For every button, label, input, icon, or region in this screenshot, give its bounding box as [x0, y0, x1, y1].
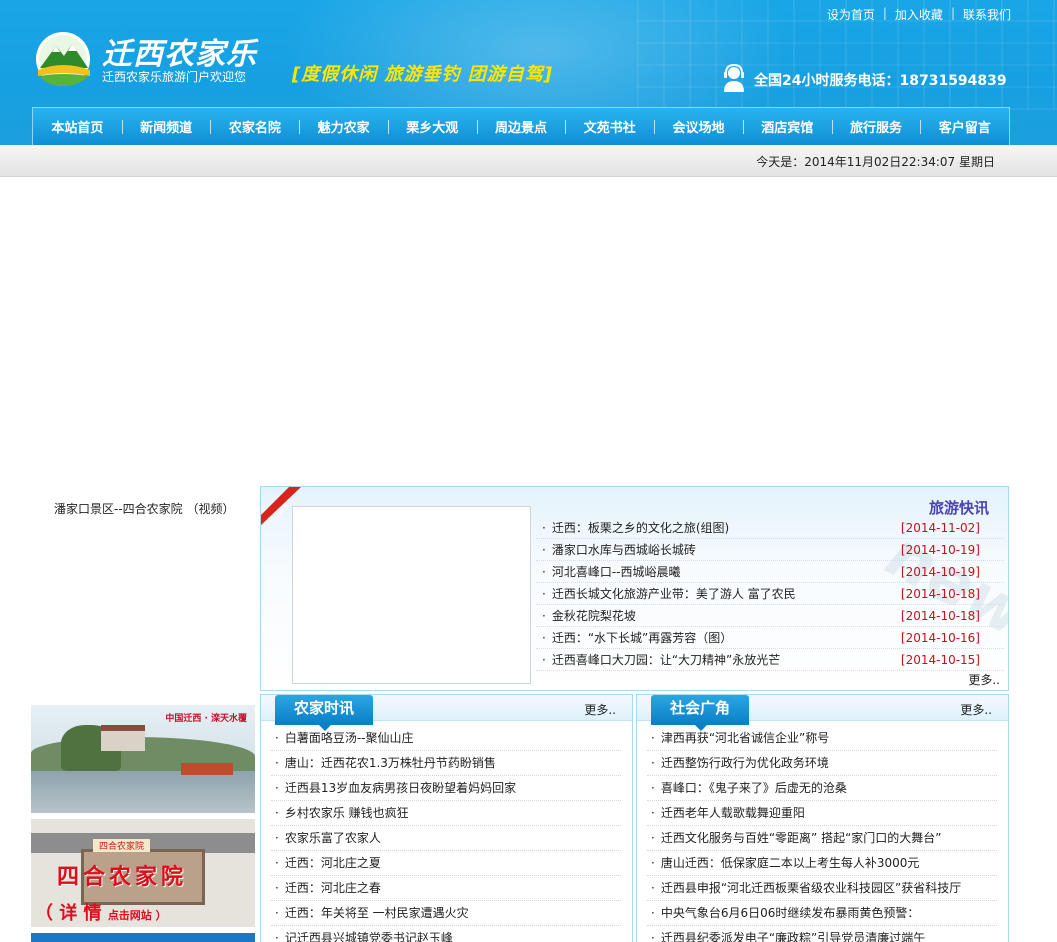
- society-panel: 社会广角 更多.. 津西再获“河北省诚信企业”称号 迁西整饬行政行为优化政务环境…: [636, 694, 1009, 942]
- list-item[interactable]: 迁西整饬行政行为优化政务环境: [647, 751, 997, 776]
- list-item[interactable]: 潘家口水库与西城峪长城砖 [2014-10-19]: [536, 539, 1004, 561]
- ad-farm-detail: （ 详 情 点击网站 ）: [35, 899, 167, 925]
- news-more-link[interactable]: 更多..: [968, 671, 1000, 688]
- nav-news-channel[interactable]: 新闻频道: [121, 108, 211, 145]
- separator: |: [950, 6, 955, 20]
- list-item[interactable]: 唐山：迁西花农1.3万株牡丹节药盼销售: [271, 751, 621, 776]
- list-item[interactable]: 迁西：“水下长城”再露芳容（图） [2014-10-16]: [536, 627, 1004, 649]
- list-item[interactable]: 迁西：板栗之乡的文化之旅(组图) [2014-11-02]: [536, 517, 1004, 539]
- list-item[interactable]: 迁西喜峰口大刀园：让“大刀精神”永放光芒 [2014-10-15]: [536, 649, 1004, 671]
- tab-society[interactable]: 社会广角: [651, 695, 749, 731]
- list-item[interactable]: 迁西：河北庄之夏: [271, 851, 621, 876]
- society-news-list: 津西再获“河北省诚信企业”称号 迁西整饬行政行为优化政务环境 喜峰口：《鬼子来了…: [647, 726, 997, 942]
- list-item[interactable]: 农家乐富了农家人: [271, 826, 621, 851]
- customer-service-icon: [724, 64, 744, 92]
- list-item[interactable]: 迁西长城文化旅游产业带：美了游人 富了农民 [2014-10-18]: [536, 583, 1004, 605]
- nav-home[interactable]: 本站首页: [33, 108, 122, 145]
- list-item[interactable]: 河北喜峰口--西城峪晨曦 [2014-10-19]: [536, 561, 1004, 583]
- news-photo[interactable]: [292, 506, 531, 684]
- travel-news-list: 迁西：板栗之乡的文化之旅(组图) [2014-11-02] 潘家口水库与西城峪长城…: [536, 517, 1004, 671]
- news-date: [2014-10-19]: [900, 543, 980, 557]
- list-item[interactable]: 迁西：河北庄之春: [271, 876, 621, 901]
- nav-meeting-venues[interactable]: 会议场地: [654, 108, 743, 145]
- news-date: [2014-10-15]: [900, 653, 980, 667]
- list-item[interactable]: 中央气象台6月6日06时继续发布暴雨黄色预警：: [647, 901, 997, 926]
- date-bar: 今天是：2014年11月02日22:34:07 星期日: [0, 145, 1057, 177]
- list-item[interactable]: 白薯面咯豆汤--聚仙山庄: [271, 726, 621, 751]
- news-title[interactable]: 迁西长城文化旅游产业带：美了游人 富了农民: [542, 583, 796, 604]
- nav-travel-services[interactable]: 旅行服务: [831, 108, 921, 145]
- contact-us-link[interactable]: 联系我们: [963, 6, 1011, 23]
- set-homepage-link[interactable]: 设为首页: [827, 6, 875, 23]
- ad-boat: [181, 763, 233, 775]
- nav-charming-farm[interactable]: 魅力农家: [299, 108, 388, 145]
- ad-water: [31, 771, 255, 813]
- list-item[interactable]: 迁西县13岁血友病男孩日夜盼望着妈妈回家: [271, 776, 621, 801]
- nav-hotels[interactable]: 酒店宾馆: [742, 108, 832, 145]
- list-item[interactable]: 唐山迁西：低保家庭二本以上考生每人补3000元: [647, 851, 997, 876]
- news-title[interactable]: 河北喜峰口--西城峪晨曦: [542, 561, 681, 582]
- news-date: [2014-10-19]: [900, 565, 980, 579]
- farm-news-list: 白薯面咯豆汤--聚仙山庄 唐山：迁西花农1.3万株牡丹节药盼销售 迁西县13岁血…: [271, 726, 621, 942]
- current-date: 今天是：2014年11月02日22:34:07 星期日: [756, 155, 995, 169]
- service-hotline: 全国24小时服务电话：18731594839: [754, 73, 1007, 89]
- nav-famous-farmhouses[interactable]: 农家名院: [210, 108, 299, 145]
- news-date: [2014-11-02]: [900, 521, 980, 535]
- ad-blue-banner[interactable]: [31, 933, 255, 942]
- ad-farmhouse-banner[interactable]: 四合农家院 四合农家院 （ 详 情 点击网站 ）: [31, 819, 255, 927]
- travel-news-box: NEWS news 旅游快讯 迁西：板栗之乡的文化之旅(组图)[2014-11-…: [260, 486, 1009, 691]
- tab-farm-news[interactable]: 农家时讯: [275, 695, 373, 731]
- video-link[interactable]: 潘家口景区--四合农家院 （视频）: [54, 500, 234, 517]
- list-item[interactable]: 迁西县申报“河北迁西板栗省级农业科技园区”获省科技厅: [647, 876, 997, 901]
- top-links: 设为首页 | 加入收藏 | 联系我们: [827, 6, 1011, 23]
- news-title[interactable]: 迁西：“水下长城”再露芳容（图）: [542, 627, 732, 648]
- list-item[interactable]: 记迁西县兴城镇党委书记赵玉峰: [271, 926, 621, 942]
- main-nav: 本站首页 新闻频道 农家名院 魅力农家 栗乡大观 周边景点 文苑书社 会议场地 …: [32, 107, 1010, 145]
- ad-lake-tag: 中国迁西 · 滦天水覆: [165, 714, 247, 724]
- ad-farm-title: 四合农家院: [57, 865, 188, 890]
- news-box-title: 旅游快讯: [928, 499, 989, 517]
- ad-house: [101, 725, 145, 751]
- news-title[interactable]: 金秋花院梨花坡: [542, 605, 636, 626]
- news-date: [2014-10-18]: [900, 587, 980, 601]
- news-date: [2014-10-18]: [900, 609, 980, 623]
- list-item[interactable]: 乡村农家乐 赚钱也疯狂: [271, 801, 621, 826]
- farm-news-more-link[interactable]: 更多..: [584, 701, 616, 718]
- list-item[interactable]: 迁西：年关将至 一村民家遭遇火灾: [271, 901, 621, 926]
- site-subtitle: 迁西农家乐旅游门户欢迎您: [102, 70, 247, 84]
- nav-literature[interactable]: 文苑书社: [565, 108, 654, 145]
- list-item[interactable]: 迁西县纪委派发电子“廉政粽”引导党员清廉过端午: [647, 926, 997, 942]
- list-item[interactable]: 迁西文化服务与百姓“零距离” 搭起“家门口的大舞台”: [647, 826, 997, 851]
- list-item[interactable]: 金秋花院梨花坡 [2014-10-18]: [536, 605, 1004, 627]
- list-item[interactable]: 喜峰口：《鬼子来了》后虚无的沧桑: [647, 776, 997, 801]
- news-title[interactable]: 潘家口水库与西城峪长城砖: [542, 539, 696, 560]
- site-title[interactable]: 迁西农家乐: [102, 29, 257, 73]
- ad-farm-sign: 四合农家院: [93, 839, 151, 852]
- separator: |: [882, 6, 887, 20]
- ad-farm-click-text: 点击网站 ）: [107, 909, 167, 922]
- ad-lake-banner[interactable]: 中国迁西 · 滦天水覆: [31, 705, 255, 813]
- list-item[interactable]: 津西再获“河北省诚信企业”称号: [647, 726, 997, 751]
- ad-farm-detail-text: （ 详 情: [35, 903, 108, 924]
- add-favorite-link[interactable]: 加入收藏: [895, 6, 943, 23]
- logo-mountain-icon[interactable]: [32, 30, 94, 88]
- nav-chestnut-overview[interactable]: 栗乡大观: [387, 108, 477, 145]
- society-more-link[interactable]: 更多..: [960, 701, 992, 718]
- nav-guestbook[interactable]: 客户留言: [920, 108, 1009, 145]
- news-date: [2014-10-16]: [900, 631, 980, 645]
- nav-nearby-scenery[interactable]: 周边景点: [476, 108, 566, 145]
- farm-news-panel: 农家时讯 更多.. 白薯面咯豆汤--聚仙山庄 唐山：迁西花农1.3万株牡丹节药盼…: [260, 694, 633, 942]
- news-title[interactable]: 迁西喜峰口大刀园：让“大刀精神”永放光芒: [542, 649, 780, 670]
- news-title[interactable]: 迁西：板栗之乡的文化之旅(组图): [542, 517, 729, 538]
- list-item[interactable]: 迁西老年人载歌载舞迎重阳: [647, 801, 997, 826]
- slogan: [度假休闲 旅游垂钓 团游自驾]: [292, 64, 553, 85]
